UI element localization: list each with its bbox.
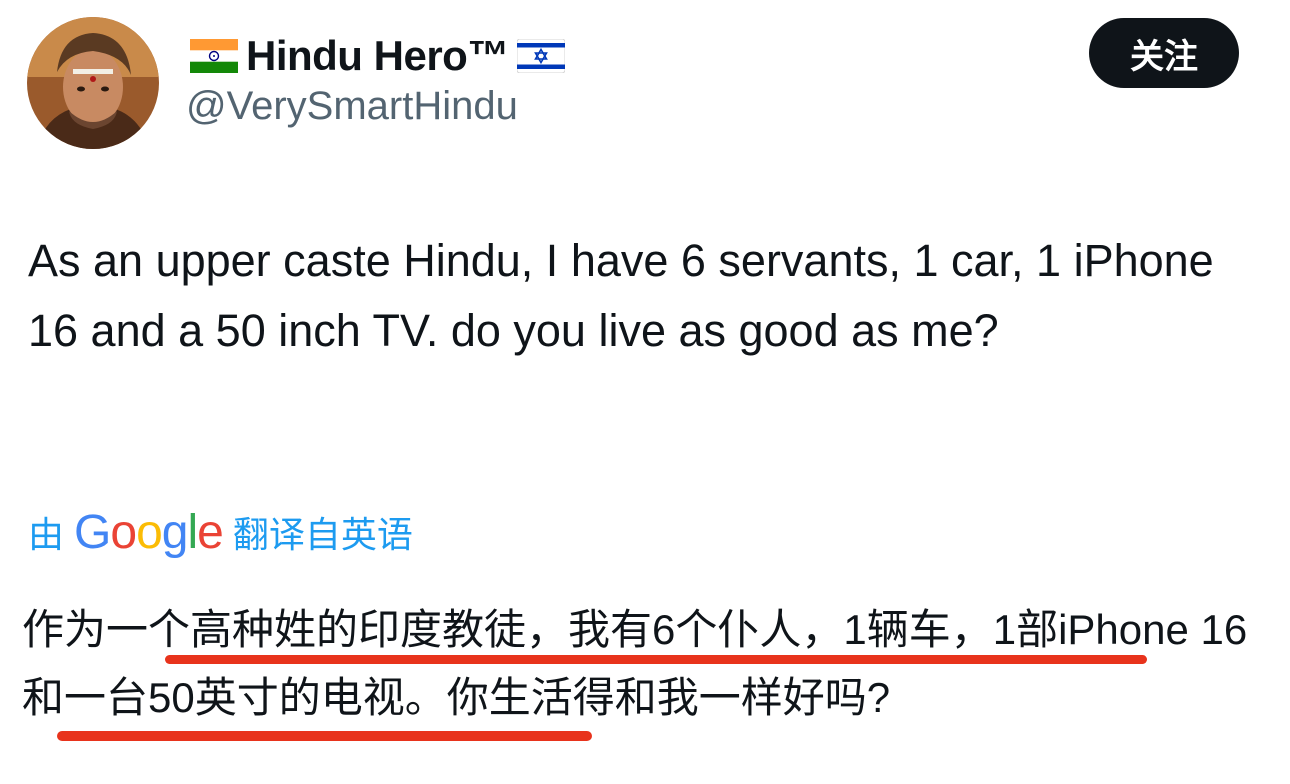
translation-prefix: 由 (28, 514, 65, 555)
tweet-text: As an upper caste Hindu, I have 6 servan… (28, 235, 1214, 356)
avatar[interactable] (27, 17, 159, 149)
translated-text: 作为一个高种姓的印度教徒，我有6个仆人，1辆车，1部iPhone 16和一台50… (22, 606, 1248, 721)
user-handle[interactable]: @VerySmartHindu (186, 84, 518, 129)
highlight-underline (165, 655, 1147, 664)
avatar-image (27, 17, 159, 149)
google-logo-icon: Google (74, 505, 224, 559)
follow-button[interactable]: 关注 (1089, 18, 1239, 88)
translation-attribution[interactable]: 由 Google 翻译自英语 (28, 500, 413, 564)
highlight-underline (57, 731, 592, 741)
india-flag-icon (190, 39, 238, 73)
israel-flag-icon (516, 39, 565, 73)
display-name[interactable]: Hindu Hero™ (246, 32, 509, 80)
user-name-row: Hindu Hero™ (190, 30, 565, 82)
translation-suffix: 翻译自英语 (232, 514, 413, 555)
